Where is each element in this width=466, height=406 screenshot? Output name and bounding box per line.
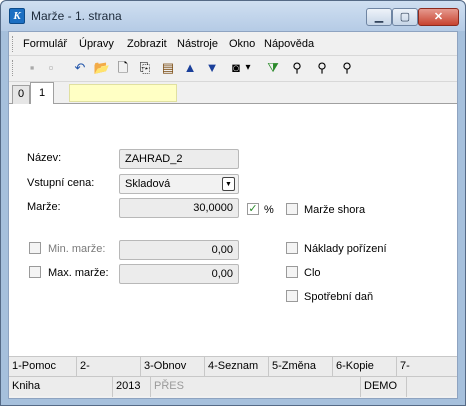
status-user: DEMO: [361, 377, 407, 397]
fkey-2[interactable]: 2-: [77, 357, 141, 377]
binoculars-prev-icon[interactable]: ⚲: [338, 59, 356, 77]
save-as-icon[interactable]: ▫: [42, 59, 60, 77]
app-icon[interactable]: K: [9, 8, 25, 24]
fkey-6[interactable]: 6-Kopie: [333, 357, 397, 377]
menu-zobrazit[interactable]: Zobrazit: [127, 38, 167, 50]
naklady-porizeni-label: Náklady pořízení: [304, 243, 387, 255]
arrow-down-icon[interactable]: ▼: [203, 59, 221, 77]
title-bar[interactable]: K Marže - 1. strana ▁ ▢ ✕: [1, 1, 465, 31]
nazev-field[interactable]: ZAHRAD_2: [119, 149, 239, 169]
menu-formular[interactable]: Formulář: [23, 38, 67, 50]
fkey-4[interactable]: 4-Seznam: [205, 357, 269, 377]
menu-nastroje[interactable]: Nástroje: [177, 38, 218, 50]
clo-label: Clo: [304, 267, 321, 279]
status-mode: PŘES: [151, 377, 361, 397]
arrow-up-icon[interactable]: ▲: [181, 59, 199, 77]
tab-title-field: [69, 84, 177, 102]
undo-icon[interactable]: ↶: [71, 59, 89, 77]
new-document-icon[interactable]: 🗋: [114, 59, 132, 77]
toolbar-grip: [12, 60, 15, 76]
min-marze-field[interactable]: 0,00: [119, 240, 239, 260]
vstupni-cena-select[interactable]: Skladová: [119, 174, 239, 194]
book-icon[interactable]: ▤: [159, 59, 177, 77]
menu-napoveda[interactable]: Nápověda: [264, 38, 314, 50]
copy-icon[interactable]: ⎘: [136, 59, 154, 77]
fkey-1[interactable]: 1-Pomoc: [9, 357, 77, 377]
fkey-5[interactable]: 5-Změna: [269, 357, 333, 377]
dropdown-arrow-icon[interactable]: ▾: [243, 59, 253, 77]
client-area: Formulář Úpravy Zobrazit Nástroje Okno N…: [8, 31, 458, 399]
filter-icon[interactable]: ⧩: [264, 59, 282, 77]
open-folder-icon[interactable]: 📂: [93, 59, 111, 77]
fkey-7[interactable]: 7-: [397, 357, 457, 377]
close-button[interactable]: ✕: [418, 8, 459, 26]
marze-shora-checkbox[interactable]: [286, 203, 298, 215]
percent-label: %: [264, 204, 274, 216]
max-marze-checkbox[interactable]: [29, 266, 41, 278]
save-icon[interactable]: ▪: [23, 59, 41, 77]
percent-checkbox[interactable]: ✓: [247, 203, 259, 215]
tab-1[interactable]: 1: [30, 82, 54, 105]
chevron-down-icon[interactable]: ▼: [222, 177, 235, 191]
max-marze-field[interactable]: 0,00: [119, 264, 239, 284]
app-window: K Marže - 1. strana ▁ ▢ ✕ Formulář Úprav…: [0, 0, 466, 406]
status-bar: Kniha 2013 PŘES DEMO: [9, 376, 457, 397]
maximize-button[interactable]: ▢: [392, 8, 418, 26]
nazev-label: Název:: [27, 152, 62, 164]
marze-field[interactable]: 30,0000: [119, 198, 239, 218]
status-empty: [407, 377, 457, 397]
status-module: Kniha: [9, 377, 113, 397]
menu-bar: Formulář Úpravy Zobrazit Nástroje Okno N…: [9, 32, 457, 56]
tab-0[interactable]: 0: [12, 85, 30, 104]
spotrebni-dan-checkbox[interactable]: [286, 290, 298, 302]
marze-shora-label: Marže shora: [304, 204, 366, 216]
menu-upravy[interactable]: Úpravy: [79, 38, 114, 50]
vstupni-cena-label: Vstupní cena:: [27, 177, 95, 189]
binoculars-icon[interactable]: ⚲: [288, 59, 306, 77]
naklady-porizeni-checkbox[interactable]: [286, 242, 298, 254]
fkey-3[interactable]: 3-Obnov: [141, 357, 205, 377]
tab-strip: 0 1: [9, 82, 457, 105]
spotrebni-dan-label: Spotřební daň: [304, 291, 374, 303]
toolbar: ▪ ▫ ↶ 📂 🗋 ⎘ ▤ ▲ ▼ ◙ ▾ ⧩ ⚲ ⚲ ⚲: [9, 56, 457, 82]
form-panel: Název: ZAHRAD_2 Vstupní cena: Skladová ▼…: [9, 104, 457, 356]
status-year: 2013: [113, 377, 151, 397]
function-key-bar: 1-Pomoc 2- 3-Obnov 4-Seznam 5-Změna 6-Ko…: [9, 356, 457, 377]
minimize-button[interactable]: ▁: [366, 8, 392, 26]
menu-okno[interactable]: Okno: [229, 38, 255, 50]
min-marze-checkbox[interactable]: [29, 242, 41, 254]
window-title: Marže - 1. strana: [31, 9, 122, 23]
binoculars-next-icon[interactable]: ⚲: [313, 59, 331, 77]
clo-checkbox[interactable]: [286, 266, 298, 278]
min-marze-label: Min. marže:: [48, 243, 106, 255]
marze-label: Marže:: [27, 201, 61, 213]
max-marze-label: Max. marže:: [48, 267, 109, 279]
menu-grip: [12, 36, 15, 52]
